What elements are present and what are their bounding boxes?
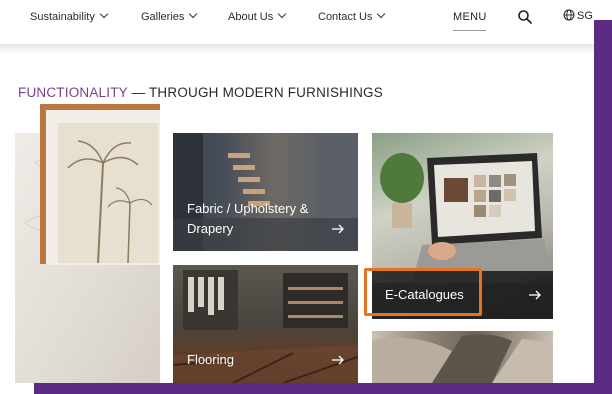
nav-item-label: Galleries bbox=[141, 11, 185, 23]
header-shadow bbox=[0, 44, 594, 54]
top-navigation: Sustainability Galleries About Us Contac… bbox=[0, 0, 594, 44]
search-button[interactable] bbox=[517, 9, 533, 25]
globe-icon bbox=[563, 9, 575, 21]
nav-item-sustainability[interactable]: Sustainability bbox=[30, 9, 109, 23]
leather-rolls-photo bbox=[372, 334, 553, 383]
nav-item-about-us[interactable]: About Us bbox=[228, 9, 287, 23]
arrow-right-icon bbox=[332, 224, 344, 234]
tile-label-line1: Fabric / Upholstery & bbox=[187, 201, 309, 216]
tile-flooring[interactable]: Flooring bbox=[173, 265, 358, 383]
arrow-right-icon bbox=[529, 290, 541, 300]
chevron-down-icon bbox=[278, 9, 287, 19]
nav-item-label: Contact Us bbox=[318, 11, 373, 23]
nav-item-contact-us[interactable]: Contact Us bbox=[318, 9, 386, 23]
chevron-down-icon bbox=[189, 9, 198, 19]
highlight-box bbox=[364, 268, 482, 316]
menu-underline bbox=[453, 30, 486, 31]
chevron-down-icon bbox=[99, 9, 109, 19]
purple-frame-bottom bbox=[34, 382, 612, 394]
nav-item-galleries[interactable]: Galleries bbox=[141, 9, 198, 23]
tile-label-line2: Drapery bbox=[187, 221, 234, 236]
tile-label: Fabric / Upholstery & Drapery bbox=[187, 199, 308, 239]
palm-illustration bbox=[58, 123, 158, 264]
tile-fabric-upholstery-drapery[interactable]: Fabric / Upholstery & Drapery bbox=[173, 133, 358, 251]
arrow-right-icon bbox=[332, 355, 344, 365]
nav-item-label: Sustainability bbox=[30, 11, 95, 23]
tile-label: Flooring bbox=[187, 352, 234, 367]
purple-frame-right bbox=[593, 20, 612, 394]
nav-item-label: About Us bbox=[228, 11, 274, 23]
tile-leather[interactable] bbox=[372, 331, 553, 383]
page: Sustainability Galleries About Us Contac… bbox=[0, 0, 594, 383]
search-icon bbox=[518, 10, 532, 24]
chevron-down-icon bbox=[377, 9, 386, 19]
menu-button[interactable]: MENU bbox=[453, 11, 487, 23]
language-label: SG bbox=[577, 10, 593, 22]
section-heading: FUNCTIONALITY — THROUGH MODERN FURNISHIN… bbox=[18, 85, 383, 100]
heading-accent: FUNCTIONALITY bbox=[18, 85, 128, 100]
language-selector[interactable]: SG bbox=[563, 9, 593, 22]
heading-rest: — THROUGH MODERN FURNISHINGS bbox=[127, 85, 383, 100]
